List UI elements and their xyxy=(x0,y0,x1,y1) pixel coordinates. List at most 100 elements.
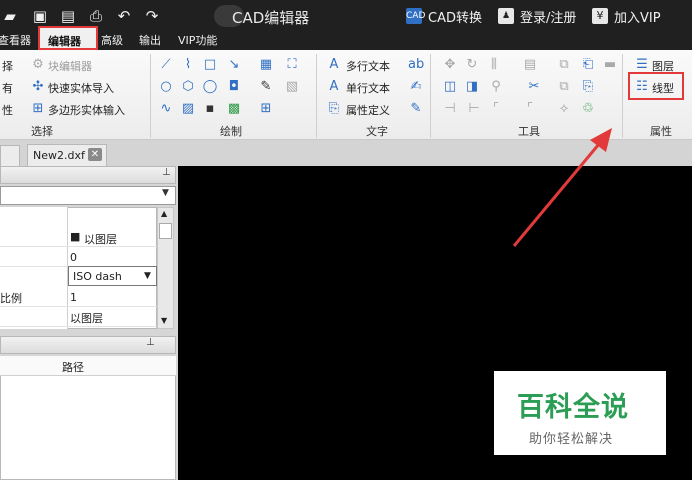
select-item-1[interactable]: 择 xyxy=(2,58,13,74)
scale-icon[interactable]: ⚲ xyxy=(488,79,504,95)
property-value[interactable]: 以图层 xyxy=(70,310,103,326)
extend-icon[interactable]: ⊣ xyxy=(442,101,458,117)
pin-icon[interactable]: ⊥ xyxy=(146,337,155,348)
polygon-input-icon: ⊞ xyxy=(32,101,44,116)
clipboard-icon[interactable]: ▬ xyxy=(602,57,618,73)
object-selector[interactable] xyxy=(0,186,176,205)
text-note-icon[interactable]: ✎ xyxy=(408,101,424,117)
quick-import-button[interactable]: 快速实体导入 xyxy=(48,80,114,96)
trim-icon[interactable]: ✂ xyxy=(526,79,542,95)
pattern-icon[interactable]: ▨ xyxy=(180,101,196,117)
copy-object-icon[interactable]: ⧉ xyxy=(556,79,572,95)
window-icon[interactable]: ◨ xyxy=(464,79,480,95)
menu-output[interactable]: 输出 xyxy=(139,33,161,49)
quick-import-icon: ✣ xyxy=(32,79,44,94)
circle-icon[interactable]: ○ xyxy=(158,79,174,95)
scroll-up-icon[interactable]: ▲ xyxy=(161,209,167,218)
table-row[interactable] xyxy=(0,247,157,267)
region-icon[interactable]: ◘ xyxy=(226,79,242,95)
folder-icon[interactable]: ▰ xyxy=(0,6,20,26)
ribbon-separator xyxy=(316,54,317,138)
property-value[interactable]: 1 xyxy=(70,291,77,304)
hatch-icon[interactable]: ▦ xyxy=(258,57,274,73)
polygon-input-button[interactable]: 多边形实体输入 xyxy=(48,102,125,118)
chamfer-icon[interactable]: ⌜ xyxy=(522,101,538,117)
property-value[interactable]: 0 xyxy=(70,251,77,264)
login-button[interactable]: 登录/注册 xyxy=(520,7,576,26)
block-editor-button[interactable]: 块编辑器 xyxy=(48,58,92,74)
array-icon[interactable]: ▤ xyxy=(522,57,538,73)
vip-button[interactable]: 加入VIP xyxy=(614,7,661,26)
tab-previous[interactable] xyxy=(0,145,20,166)
pin-icon[interactable]: ⊥ xyxy=(162,167,171,178)
raster-icon[interactable]: ▩ xyxy=(226,101,242,117)
line-icon[interactable]: ⟋ xyxy=(158,57,174,73)
properties-panel-header xyxy=(0,166,176,184)
mtext-button[interactable]: 多行文本 xyxy=(346,58,390,74)
linetype-icon: ☷ xyxy=(636,79,648,94)
stext-button[interactable]: 单行文本 xyxy=(346,80,390,96)
watermark-subtitle: 助你轻松解决 xyxy=(529,432,614,447)
match-icon[interactable]: ⎘ xyxy=(580,79,596,95)
offset-icon[interactable]: ◫ xyxy=(442,79,458,95)
attdef-icon: ⎘ xyxy=(328,101,340,116)
user-icon[interactable]: ♟ xyxy=(498,8,514,24)
text-edit-icon[interactable]: ✍ xyxy=(408,79,424,95)
purge-icon[interactable]: ♲ xyxy=(580,101,596,117)
select-item-2[interactable]: 有 xyxy=(2,80,13,96)
copy-icon[interactable]: ⧉ xyxy=(556,57,572,73)
image-icon[interactable]: ▧ xyxy=(284,79,300,95)
arc-tool-icon[interactable]: ↘ xyxy=(226,57,242,73)
paste-icon[interactable]: ⎗ xyxy=(580,57,596,73)
ribbon-separator xyxy=(150,54,151,138)
select-item-3[interactable]: 性 xyxy=(2,102,13,118)
fillet-icon[interactable]: ⌜ xyxy=(488,101,504,117)
save-icon[interactable]: ▣ xyxy=(30,6,50,26)
menu-viewer[interactable]: 查看器 xyxy=(0,33,31,49)
pen-icon[interactable]: ✎ xyxy=(258,79,274,95)
redo-icon[interactable]: ↷ xyxy=(142,6,162,26)
close-icon[interactable]: ✕ xyxy=(88,148,102,161)
menu-vip[interactable]: VIP功能 xyxy=(178,33,217,49)
save-as-icon[interactable]: ▤ xyxy=(58,6,78,26)
attdef-button[interactable]: 属性定义 xyxy=(346,102,390,118)
chevron-down-icon[interactable]: ▼ xyxy=(144,271,151,281)
break-icon[interactable]: ⊢ xyxy=(466,101,482,117)
ribbon-separator xyxy=(430,54,431,138)
cad-convert-button[interactable]: CAD转换 xyxy=(428,7,482,26)
ribbon-separator xyxy=(622,54,623,138)
block-insert-icon[interactable]: ⛶ xyxy=(284,57,300,73)
yen-icon[interactable]: ¥ xyxy=(592,8,608,24)
scroll-down-icon[interactable]: ▼ xyxy=(161,316,167,325)
path-column-header[interactable]: 路径 xyxy=(62,359,84,375)
chevron-down-icon[interactable]: ▼ xyxy=(162,188,169,198)
scrollbar-thumb[interactable] xyxy=(159,223,172,239)
app-title: CAD编辑器 xyxy=(232,9,310,27)
menu-advanced[interactable]: 高级 xyxy=(101,33,123,49)
print-icon[interactable]: ⎙ xyxy=(86,6,106,26)
polyline-icon[interactable]: ⌇ xyxy=(180,57,196,73)
spline-icon[interactable]: ∿ xyxy=(158,101,174,117)
move-icon[interactable]: ✥ xyxy=(442,57,458,73)
text-style-icon[interactable]: ab xyxy=(408,57,424,73)
group-label-draw: 绘制 xyxy=(220,125,242,138)
ellipse-icon[interactable]: ⬡ xyxy=(180,79,196,95)
undo-icon[interactable]: ↶ xyxy=(114,6,134,26)
table-icon[interactable]: ⊞ xyxy=(258,101,274,117)
block-editor-icon: ⚙ xyxy=(32,57,44,72)
rectangle-icon[interactable]: □ xyxy=(202,57,218,73)
group-label-text: 文字 xyxy=(366,125,388,138)
point-icon[interactable]: ▪ xyxy=(202,101,218,117)
menu-editor[interactable]: 编辑器 xyxy=(48,33,81,49)
mirror-icon[interactable]: ⫼ xyxy=(486,57,502,73)
tab-new2-label: New2.dxf xyxy=(33,149,85,162)
rotate-icon[interactable]: ↻ xyxy=(464,57,480,73)
table-row[interactable] xyxy=(0,287,157,307)
linetype-button[interactable]: 线型 xyxy=(652,80,674,96)
property-value[interactable]: 以图层 xyxy=(84,231,117,247)
property-value[interactable]: ISO dash xyxy=(73,270,122,283)
explode-icon[interactable]: ⟡ xyxy=(556,101,572,117)
polygon-icon[interactable]: ◯ xyxy=(202,79,218,95)
cad-convert-icon[interactable]: CAD xyxy=(406,8,425,24)
layer-icon: ☰ xyxy=(636,57,648,72)
